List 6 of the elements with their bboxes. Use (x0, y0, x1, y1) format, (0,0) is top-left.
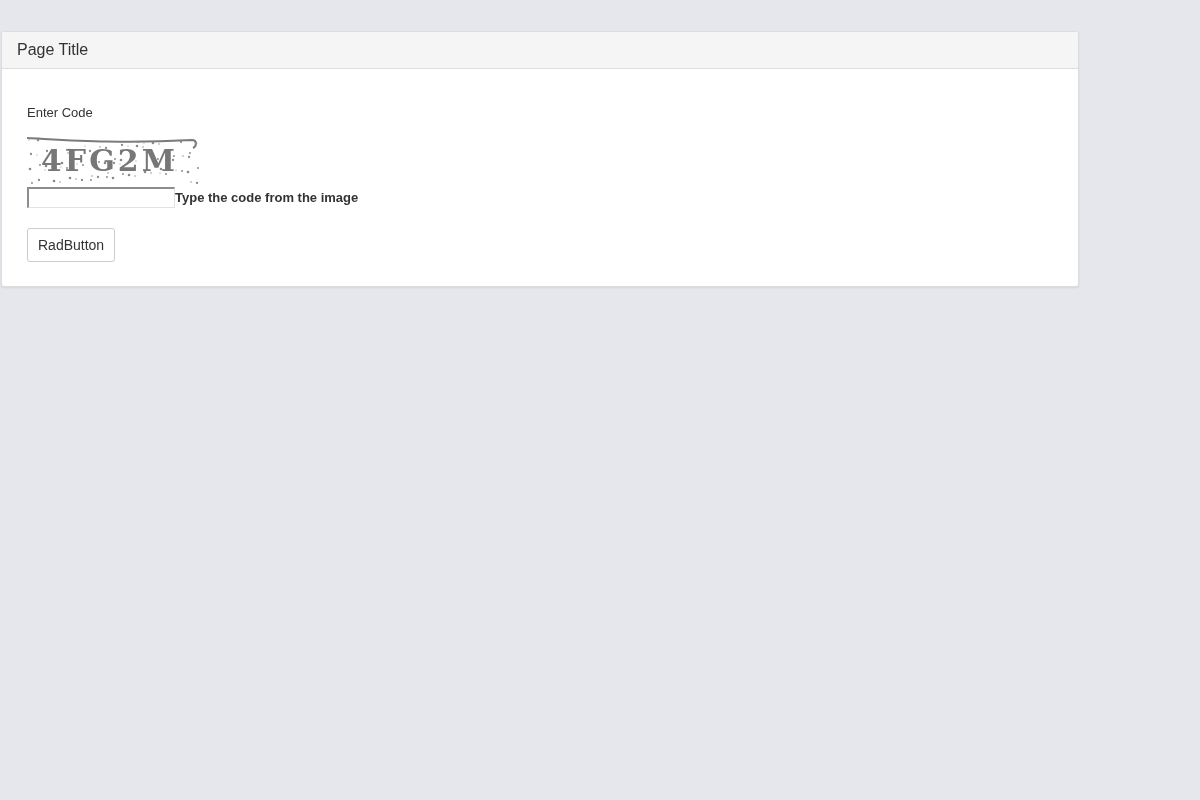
submit-button[interactable]: RadButton (27, 228, 116, 262)
code-input[interactable] (27, 187, 175, 208)
field-label: Enter Code (27, 105, 93, 120)
input-hint: Type the code from the image (175, 190, 359, 205)
page-title: Page Title (17, 41, 89, 59)
captcha-image: 4FG2M (27, 136, 207, 186)
